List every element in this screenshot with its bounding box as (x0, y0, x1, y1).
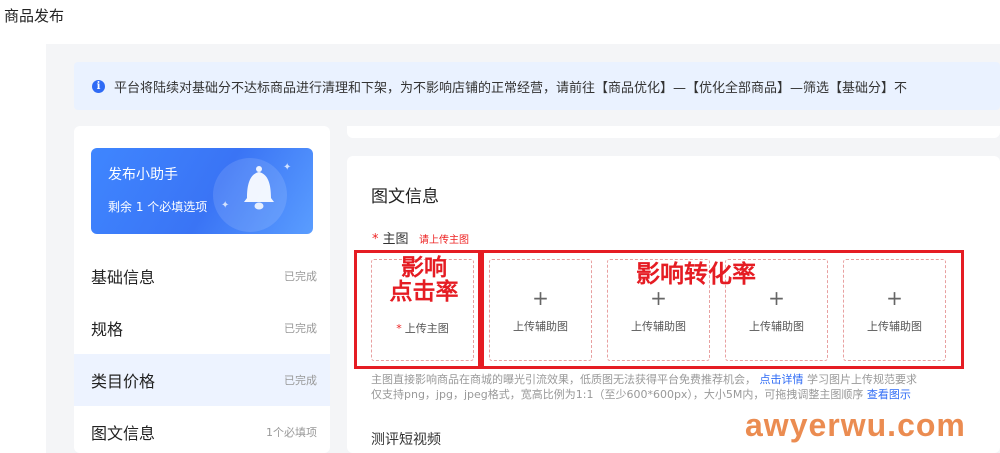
info-icon: i (92, 80, 105, 93)
main-image-hint-line1: 主图直接影响商品在商城的曝光引流效果，低质图无法获得平台免费推荐机会， 点击详情… (371, 372, 1000, 387)
nav-item-label: 类目价格 (91, 372, 156, 391)
sparkle-icon: ✦ (283, 162, 292, 173)
nav-item-spec[interactable]: 规格 已完成 (74, 302, 330, 354)
watermark: awyerwu.com (745, 407, 966, 443)
annotation-click-rate: 影响 点击率 (389, 255, 459, 306)
main-image-label: * 主图 (372, 228, 409, 247)
view-example-link[interactable]: 查看图示 (867, 388, 911, 401)
publish-helper-card[interactable]: ✦ ✦ 发布小助手 剩余 1 个必填选项 (91, 148, 313, 234)
nav-item-status: 已完成 (284, 322, 317, 335)
nav-item-category-price[interactable]: 类目价格 已完成 (74, 354, 330, 406)
sparkle-icon: ✦ (221, 200, 230, 211)
review-video-title: 测评短视频 (371, 432, 441, 448)
hint-tail: 学习图片上传规范要求 (807, 373, 917, 386)
nav-item-status: 已完成 (284, 374, 317, 387)
nav-item-label: 图文信息 (91, 424, 156, 443)
nav-item-graphic-info[interactable]: 图文信息 1个必填项 (74, 406, 330, 453)
details-link[interactable]: 点击详情 (760, 373, 804, 386)
left-nav-panel: ✦ ✦ 发布小助手 剩余 1 个必填选项 基础信息 已完成 规格 已完成 类目价… (74, 126, 330, 453)
nav-item-status: 已完成 (284, 270, 317, 283)
annotation-conversion-rate: 影响转化率 (636, 260, 756, 288)
hint-text: 主图直接影响商品在商城的曝光引流效果，低质图无法获得平台免费推荐机会， (371, 373, 756, 386)
notice-bar: i 平台将陆续对基础分不达标商品进行清理和下架，为不影响店铺的正常经营，请前往【… (74, 62, 1000, 110)
bell-icon (244, 166, 274, 210)
page-title: 商品发布 (4, 7, 65, 25)
helper-title: 发布小助手 (108, 167, 178, 183)
nav-item-status: 1个必填项 (266, 426, 317, 439)
main-image-hint-line2: 仅支持png，jpg，jpeg格式，宽高比例为1:1（至少600*600px），… (371, 387, 1000, 402)
nav-item-basic-info[interactable]: 基础信息 已完成 (74, 250, 330, 302)
notice-text: 平台将陆续对基础分不达标商品进行清理和下架，为不影响店铺的正常经营，请前往【商品… (114, 81, 908, 96)
nav-item-label: 基础信息 (91, 268, 156, 287)
main-image-label-text: 主图 (382, 232, 409, 247)
main-image-warning: 请上传主图 (419, 235, 469, 246)
required-star: * (372, 232, 379, 247)
nav-item-label: 规格 (91, 320, 124, 339)
previous-section-bottom (347, 126, 1000, 138)
hint-text: 仅支持png，jpg，jpeg格式，宽高比例为1:1（至少600*600px），… (371, 388, 864, 401)
section-title: 图文信息 (371, 187, 439, 207)
helper-subtitle: 剩余 1 个必填选项 (108, 200, 208, 214)
